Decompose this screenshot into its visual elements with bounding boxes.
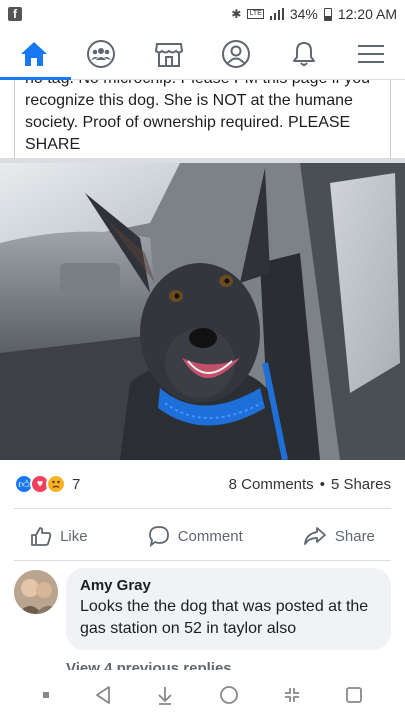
- shares-count[interactable]: 5 Shares: [331, 476, 391, 493]
- top-nav: [0, 28, 405, 80]
- reaction-icons: 👍︎ ♥: [14, 474, 66, 494]
- back-icon[interactable]: [94, 685, 112, 705]
- divider: [14, 560, 391, 561]
- nav-groups[interactable]: [76, 29, 126, 79]
- marketplace-icon: [154, 42, 183, 67]
- profile-icon: [222, 39, 251, 68]
- avatar[interactable]: [14, 570, 58, 614]
- bluetooth-icon: ✱: [231, 7, 242, 21]
- post-text: recognize this dog. She is NOT at the hu…: [25, 92, 353, 153]
- thumbs-up-icon: [31, 527, 52, 546]
- bell-icon: [292, 41, 315, 66]
- nav-marketplace[interactable]: [144, 29, 194, 79]
- system-navigation-bar: [0, 670, 405, 720]
- split-screen-icon[interactable]: [283, 685, 301, 705]
- separator: •: [319, 475, 325, 493]
- post-text-area: no tag. No microchip. Please PM this pag…: [0, 80, 405, 158]
- comment-icon: [148, 526, 169, 547]
- nav-menu[interactable]: [346, 29, 396, 79]
- share-label: Share: [334, 527, 375, 545]
- network-type: LTE: [247, 9, 264, 19]
- post-actions: Like Comment Share: [0, 514, 405, 558]
- groups-icon: [87, 39, 116, 68]
- share-button[interactable]: Share: [303, 525, 375, 547]
- facebook-notification-icon: f: [8, 7, 22, 21]
- comment-label: Comment: [177, 527, 243, 545]
- menu-icon: [358, 44, 385, 63]
- sad-reaction-icon: [46, 474, 66, 494]
- comments-count[interactable]: 8 Comments: [229, 476, 314, 493]
- post-photo[interactable]: [0, 163, 405, 460]
- nav-profile[interactable]: [211, 29, 261, 79]
- home-circle-icon[interactable]: [219, 685, 239, 705]
- like-label: Like: [60, 527, 88, 545]
- like-button[interactable]: Like: [30, 525, 88, 547]
- nav-home[interactable]: [0, 29, 71, 80]
- home-icon: [20, 41, 47, 66]
- view-previous-replies-link[interactable]: View 4 previous replies: [66, 658, 232, 670]
- comment-bubble[interactable]: Amy Gray Looks the the dog that was post…: [66, 568, 391, 650]
- reaction-count: 7: [72, 475, 81, 493]
- recents-icon[interactable]: [345, 686, 363, 704]
- commenter-name[interactable]: Amy Gray: [80, 576, 379, 596]
- dog-in-car-image: [0, 163, 405, 460]
- dot-icon: [43, 692, 50, 698]
- reactions-summary[interactable]: 👍︎ ♥ 7 8 Comments • 5 Shares: [14, 470, 391, 498]
- download-icon[interactable]: [156, 685, 174, 705]
- post-text-box: no tag. No microchip. Please PM this pag…: [14, 80, 391, 158]
- battery-icon: [323, 7, 332, 21]
- status-indicators: ✱ LTE 34% 12:20 AM: [231, 6, 397, 22]
- clock: 12:20 AM: [337, 6, 397, 22]
- signal-icon: [269, 8, 284, 20]
- engagement-counts: 8 Comments • 5 Shares: [229, 476, 391, 493]
- comment: Amy Gray Looks the the dog that was post…: [14, 568, 391, 650]
- comment-text: Looks the the dog that was posted at the…: [80, 598, 369, 637]
- nav-notifications[interactable]: [279, 29, 329, 79]
- post-text-partial-line: no tag. No microchip. Please PM this pag…: [25, 80, 380, 90]
- share-arrow-icon: [303, 527, 326, 545]
- comment-button[interactable]: Comment: [148, 525, 243, 547]
- status-bar: f ✱ LTE 34% 12:20 AM: [0, 0, 405, 28]
- divider: [14, 508, 391, 509]
- battery-percent: 34%: [289, 6, 318, 22]
